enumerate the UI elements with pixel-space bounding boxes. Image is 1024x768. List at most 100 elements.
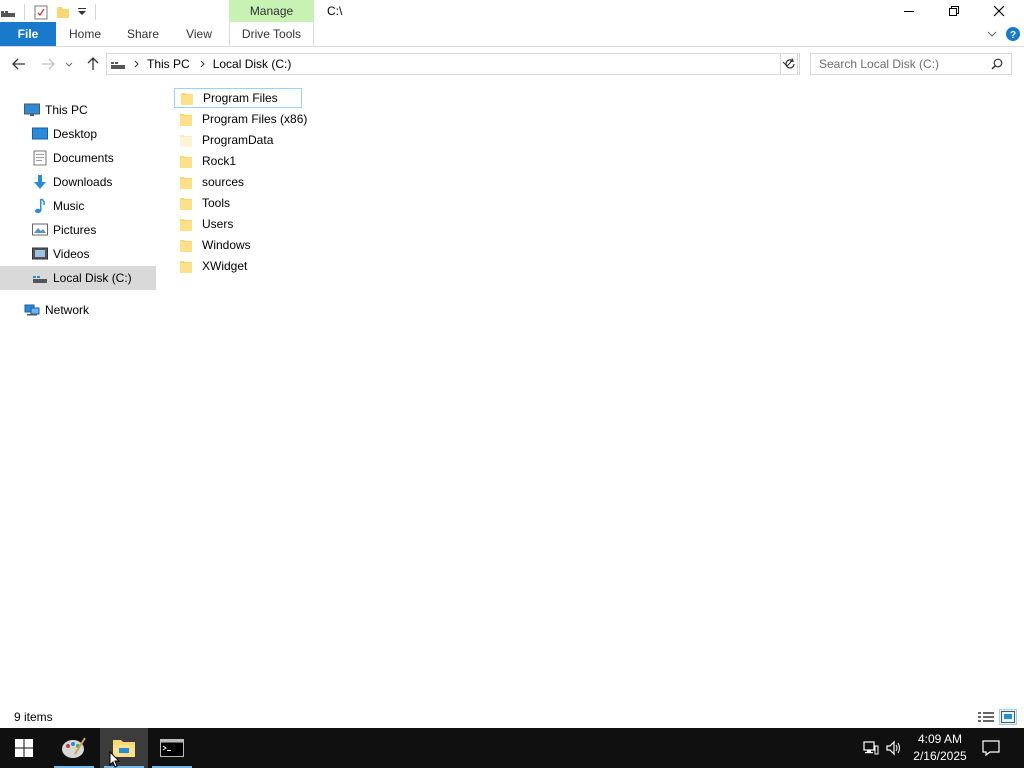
details-view-button[interactable] [977,709,995,725]
close-icon [993,5,1004,17]
nav-item-videos[interactable]: Videos [0,242,156,266]
search-input[interactable] [819,57,989,71]
music-icon [32,198,48,214]
navigation-pane: This PC Desktop Documents Downloads Musi… [0,88,160,700]
minimize-button[interactable] [886,0,931,22]
title-bar: Manage C:\ [0,0,1024,24]
ribbon: File Home Share View Drive Tools ? [0,22,1024,47]
nav-item-label: This PC [45,103,88,117]
customize-toolbar-icon[interactable] [74,4,90,20]
nav-item-label: Music [53,199,85,213]
list-item[interactable]: sources [174,172,250,192]
taskbar-app-paint[interactable] [50,728,98,768]
up-button[interactable] [83,54,103,74]
paint-palette-icon [62,737,86,758]
command-prompt-icon [160,739,184,757]
file-name: Tools [202,196,231,210]
expand-ribbon-button[interactable] [982,24,1002,44]
arrow-left-icon [12,58,25,70]
list-item[interactable]: ProgramData [174,130,279,150]
tab-drive-tools[interactable]: Drive Tools [229,22,314,46]
restore-icon [948,6,959,16]
mouse-cursor-icon [109,751,121,768]
refresh-icon [785,58,795,69]
file-name: Users [202,217,234,231]
folder-icon [180,176,192,189]
back-button[interactable] [9,54,29,74]
chevron-down-icon [987,31,997,37]
tab-home[interactable]: Home [60,22,110,46]
tab-file[interactable]: File [0,22,56,46]
list-item[interactable]: Program Files (x86) [174,109,313,129]
refresh-button[interactable] [780,53,800,75]
nav-item-this-pc[interactable]: This PC [0,98,156,122]
nav-item-network[interactable]: Network [0,298,156,322]
taskbar-clock[interactable]: 4:09 AM 2/16/2025 [906,731,974,765]
chevron-right-icon[interactable] [200,60,205,68]
file-name: ProgramData [202,133,274,147]
file-name: sources [202,175,245,189]
help-icon: ? [1006,27,1020,41]
properties-icon[interactable] [33,4,49,20]
start-button[interactable] [0,728,48,768]
search-icon[interactable] [991,58,1003,73]
folder-icon [180,218,192,231]
quick-access-divider [95,4,96,20]
list-item[interactable]: Rock1 [174,151,242,171]
clock-date: 2/16/2025 [913,749,967,763]
chevron-right-icon[interactable] [134,60,139,68]
nav-item-label: Documents [53,151,114,165]
list-item[interactable]: XWidget [174,256,253,276]
nav-item-label: Videos [53,247,90,261]
nav-item-label: Pictures [53,223,97,237]
network-tray-icon[interactable] [861,738,881,758]
recent-locations-button[interactable] [62,54,76,74]
tab-share[interactable]: Share [118,22,168,46]
restore-button[interactable] [931,0,976,22]
list-item[interactable]: Tools [174,193,236,213]
file-name: XWidget [202,259,248,273]
forward-button[interactable] [38,54,58,74]
address-bar[interactable]: This PC Local Disk (C:) [106,53,798,75]
volume-icon[interactable] [884,738,904,758]
drive-icon [32,270,48,286]
close-button[interactable] [976,0,1021,22]
breadcrumb-local-disk[interactable]: Local Disk (C:) [213,57,292,71]
file-name: Program Files (x86) [202,112,308,126]
nav-item-desktop[interactable]: Desktop [0,122,156,146]
list-item[interactable]: Windows [174,235,257,255]
manage-context-tab[interactable]: Manage [229,0,314,22]
windows-logo-icon [15,739,33,757]
taskbar-app-command-prompt[interactable] [148,728,196,768]
list-item[interactable]: Program Files [174,88,302,108]
details-view-icon [978,712,994,722]
list-item[interactable]: Users [174,214,239,234]
tab-view[interactable]: View [176,22,222,46]
minimize-icon [903,11,914,12]
help-button[interactable]: ? [1002,24,1024,44]
nav-item-downloads[interactable]: Downloads [0,170,156,194]
folder-icon [180,239,192,252]
action-center-button[interactable] [981,738,1001,758]
taskbar: 4:09 AM 2/16/2025 [0,728,1024,768]
file-name: Windows [202,238,251,252]
large-icons-view-button[interactable] [999,709,1017,725]
folder-icon [181,92,193,105]
taskbar-app-file-explorer[interactable] [100,728,148,768]
new-folder-icon[interactable] [55,4,71,20]
nav-item-music[interactable]: Music [0,194,156,218]
chevron-down-icon [65,62,73,67]
search-box [810,53,1012,75]
file-name: Rock1 [202,154,237,168]
nav-item-documents[interactable]: Documents [0,146,156,170]
nav-item-label: Network [45,303,90,317]
pc-icon [24,102,40,118]
nav-item-local-disk[interactable]: Local Disk (C:) [0,266,156,290]
nav-item-pictures[interactable]: Pictures [0,218,156,242]
breadcrumb-this-pc[interactable]: This PC [147,57,190,71]
folder-icon [180,260,192,273]
window-title: C:\ [327,4,343,18]
nav-item-label: Desktop [53,127,98,141]
nav-item-label: Local Disk (C:) [53,271,132,285]
drive-icon[interactable] [0,4,16,20]
